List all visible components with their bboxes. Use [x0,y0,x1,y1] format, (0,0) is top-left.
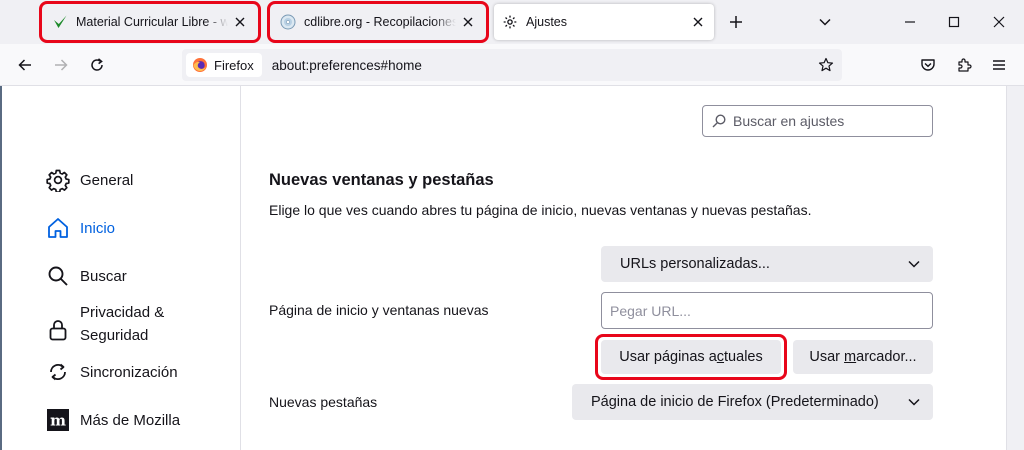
close-icon[interactable] [690,14,706,30]
label-part: Usar [809,349,845,365]
url-input-placeholder: Pegar URL... [610,302,691,319]
tab-title: Ajustes [526,15,567,29]
sidebar-item-general[interactable]: General [46,168,133,192]
label-part: tuales [724,349,763,365]
access-key: c [716,349,725,365]
close-window-button[interactable] [982,6,1016,38]
section-description: Elige lo que ves cuando abres tu página … [269,202,812,218]
gear-icon [46,168,70,192]
homepage-url-input[interactable]: Pegar URL... [601,292,933,329]
new-tabs-select[interactable]: Página de inicio de Firefox (Predetermin… [572,384,933,420]
tab-ajustes[interactable]: Ajustes [494,4,714,40]
sidebar-item-label: Privacidad & Seguridad [80,301,164,347]
sidebar-item-privacidad[interactable]: Privacidad & Seguridad [46,301,164,347]
sidebar-item-sincronizacion[interactable]: Sincronización [46,360,178,384]
label-line: Privacidad & [80,304,165,321]
cd-disc-icon [280,14,296,30]
tab-strip: Material Curricular Libre - www. cdlibre… [0,0,1024,44]
new-tab-button[interactable] [722,8,750,36]
url-text[interactable]: about:preferences#home [272,58,812,73]
bookmark-star-icon[interactable] [812,51,840,79]
tab-cdlibre[interactable]: cdlibre.org - Recopilaciones de [272,4,484,40]
sidebar-item-mas-de-mozilla[interactable]: m Más de Mozilla [46,408,180,432]
label-line: Seguridad [80,327,149,344]
label-part: arcador... [856,349,917,365]
list-all-tabs-button[interactable] [811,8,839,36]
mozilla-m-icon: m [46,408,70,432]
sidebar-item-label: General [80,171,134,189]
home-icon [46,216,70,240]
lock-icon [46,318,70,342]
tab-title: cdlibre.org - Recopilaciones de [304,15,456,29]
new-tabs-label: Nuevas pestañas [269,394,378,410]
window-edge [0,86,2,450]
sidebar-item-inicio[interactable]: Inicio [46,216,115,240]
app-menu-button[interactable] [985,51,1013,79]
sidebar-item-buscar[interactable]: Buscar [46,264,127,288]
green-checkmark-icon [52,14,68,30]
label-part: Usar páginas a [619,349,717,365]
close-icon[interactable] [460,14,476,30]
pocket-button[interactable] [914,51,942,79]
tab-material-curricular[interactable]: Material Curricular Libre - www. [44,4,256,40]
chevron-down-icon [907,257,921,271]
button-label: Usar páginas actuales [619,349,762,365]
gear-icon [502,14,518,30]
url-bar[interactable]: Firefox about:preferences#home [182,49,842,81]
sync-icon [46,360,70,384]
tab-title: Material Curricular Libre - www. [76,15,228,29]
use-bookmark-button[interactable]: Usar marcador... [793,340,933,374]
homepage-label: Página de inicio y ventanas nuevas [269,302,489,318]
sidebar-item-label: Sincronización [80,363,178,381]
use-current-pages-button[interactable]: Usar páginas actuales [601,340,781,374]
access-key: m [844,349,857,365]
svg-text:m: m [50,412,66,430]
back-button[interactable] [11,51,39,79]
search-icon [46,264,70,288]
close-icon[interactable] [232,14,248,30]
scrollbar[interactable] [1006,86,1024,450]
sidebar-item-label: Inicio [80,219,116,237]
button-label: Usar marcador... [809,349,916,365]
maximize-button[interactable] [937,6,971,38]
select-value: Página de inicio de Firefox (Predetermin… [591,394,879,410]
homepage-mode-select[interactable]: URLs personalizadas... [601,246,933,282]
navigation-toolbar: Firefox about:preferences#home [0,44,1024,86]
firefox-logo-icon [192,57,208,73]
search-placeholder: Buscar en ajustes [733,113,845,129]
preferences-page: General Inicio Buscar Privacidad & Segur… [0,86,1024,450]
reload-button[interactable] [83,51,111,79]
sidebar-item-label: Más de Mozilla [80,411,181,429]
extensions-button[interactable] [950,51,978,79]
sidebar-divider [240,86,241,450]
section-title: Nuevas ventanas y pestañas [269,171,494,189]
identity-box[interactable]: Firefox [186,53,262,77]
chevron-down-icon [907,395,921,409]
forward-button[interactable] [47,51,75,79]
sidebar-item-label: Buscar [80,267,127,285]
select-value: URLs personalizadas... [620,256,770,272]
minimize-button[interactable] [893,6,927,38]
identity-label: Firefox [214,57,254,73]
search-input[interactable]: Buscar en ajustes [702,105,933,137]
search-icon [711,113,727,129]
